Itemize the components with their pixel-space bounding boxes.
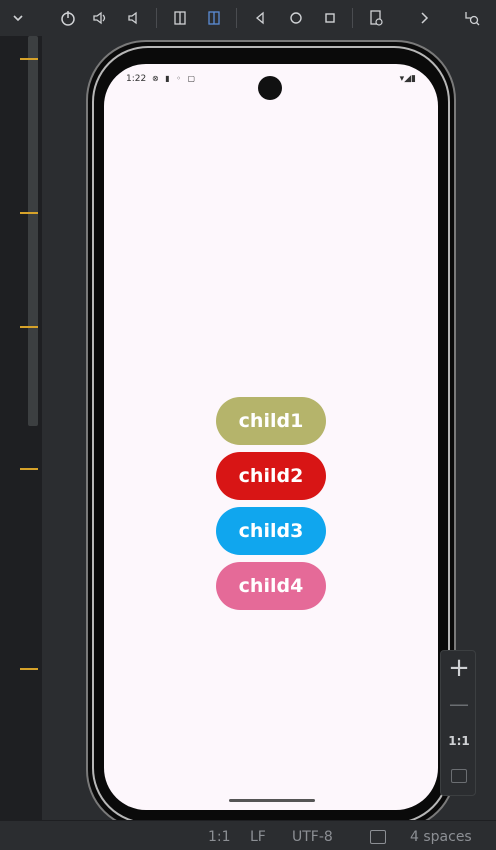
ide-status-bar: 1:1 LF UTF-8 4 spaces [0,820,496,850]
line-ending[interactable]: LF [250,829,266,845]
device-screen[interactable]: 1:22 ⊗ ▮ ◦ ▢ ▾◢▮ child1 child2 child3 ch… [104,64,438,810]
rotate-left-button[interactable] [170,8,190,28]
ruler-tick [20,668,38,670]
left-ruler [0,36,42,820]
chevron-right-icon[interactable] [414,8,434,28]
gesture-home-bar[interactable] [229,799,315,802]
volume-down-button[interactable] [124,8,144,28]
overview-icon[interactable] [320,8,340,28]
rotate-right-button[interactable] [204,8,224,28]
ruler-tick [20,326,38,328]
actual-size-button[interactable]: 1:1 [441,723,477,759]
window-zoom-icon[interactable] [462,8,482,28]
indent-setting[interactable]: 4 spaces [410,829,472,845]
camera-cutout [258,76,282,100]
file-encoding[interactable]: UTF-8 [292,829,333,845]
status-time: 1:22 [126,74,147,84]
child4-box[interactable]: child4 [216,562,326,610]
zoom-controls: + — 1:1 [440,650,476,796]
ruler-tick [20,58,38,60]
caret-position[interactable]: 1:1 [208,829,231,845]
child2-box[interactable]: child2 [216,452,326,500]
chevron-down-icon[interactable] [8,8,28,28]
ruler-tick [20,468,38,470]
ruler-tick [20,212,38,214]
fit-screen-icon [451,769,467,783]
notification-icons: ⊗ ▮ ◦ ▢ [152,74,198,83]
emulator-toolbar [0,0,496,36]
zoom-in-button[interactable]: + [441,651,477,687]
readonly-toggle-icon[interactable] [370,830,386,844]
home-icon[interactable] [286,8,306,28]
device-frame: 1:22 ⊗ ▮ ◦ ▢ ▾◢▮ child1 child2 child3 ch… [86,40,456,830]
child1-box[interactable]: child1 [216,397,326,445]
fit-screen-button[interactable] [441,759,477,795]
volume-up-button[interactable] [90,8,110,28]
power-button[interactable] [58,8,78,28]
child3-box[interactable]: child3 [216,507,326,555]
children-column: child1 child2 child3 child4 [216,397,326,617]
screenshot-icon[interactable] [366,8,386,28]
zoom-out-button[interactable]: — [441,687,477,723]
signal-battery-icons: ▾◢▮ [399,74,416,84]
emulator-window: 1:22 ⊗ ▮ ◦ ▢ ▾◢▮ child1 child2 child3 ch… [0,0,496,850]
back-icon[interactable] [250,8,270,28]
vertical-scrollbar[interactable] [28,36,38,426]
